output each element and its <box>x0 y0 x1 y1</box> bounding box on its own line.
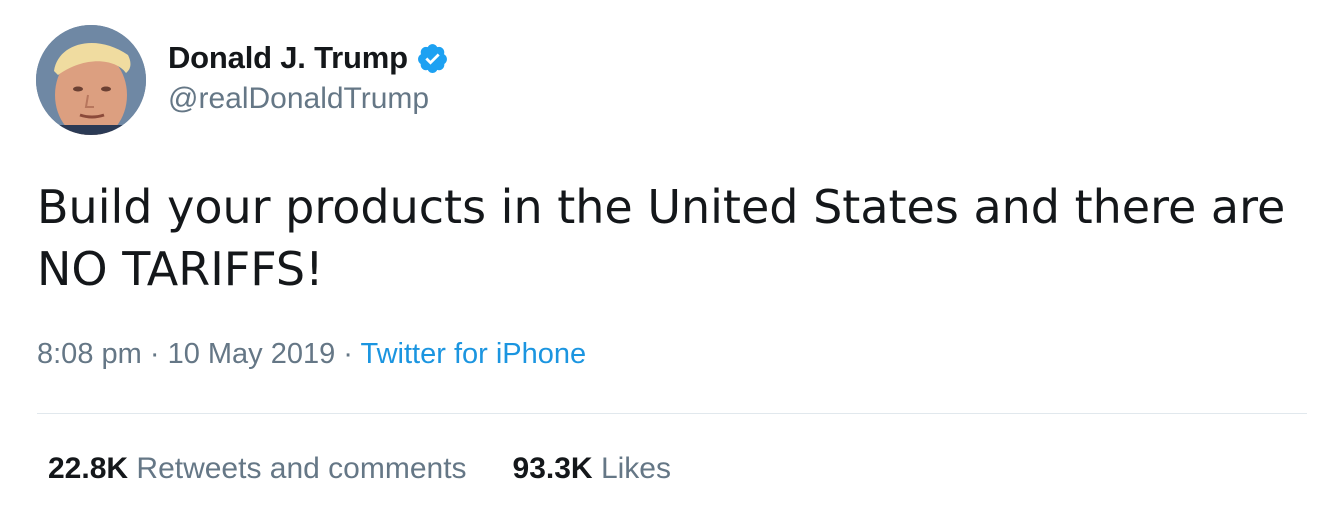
retweets-stat[interactable]: 22.8K Retweets and comments <box>48 452 467 486</box>
likes-count: 93.3K <box>512 452 593 485</box>
display-name[interactable]: Donald J. Trump <box>168 40 408 76</box>
meta-separator: · <box>141 338 168 370</box>
tweet-stats: 22.8K Retweets and comments 93.3K Likes <box>48 452 717 486</box>
user-handle[interactable]: @realDonaldTrump <box>168 82 429 116</box>
tweet-card: Donald J. Trump @realDonaldTrump Build y… <box>0 0 1333 526</box>
likes-label: Likes <box>592 452 671 485</box>
avatar-image <box>36 25 146 135</box>
tweet-source-link[interactable]: Twitter for iPhone <box>361 338 587 370</box>
tweet-date[interactable]: 10 May 2019 <box>168 338 336 370</box>
verified-badge-icon <box>416 42 449 75</box>
avatar[interactable] <box>36 25 146 135</box>
tweet-meta: 8:08 pm · 10 May 2019 · Twitter for iPho… <box>37 338 586 371</box>
retweets-count: 22.8K <box>48 452 129 485</box>
likes-stat[interactable]: 93.3K Likes <box>513 452 671 486</box>
meta-separator: · <box>335 338 361 370</box>
divider <box>37 413 1307 414</box>
user-name-row: Donald J. Trump <box>168 38 449 78</box>
retweets-label: Retweets and comments <box>128 452 467 485</box>
tweet-text: Build your products in the United States… <box>37 176 1307 300</box>
tweet-text-line: Build your products in the United States… <box>37 180 1286 234</box>
tweet-time[interactable]: 8:08 pm <box>37 338 142 370</box>
tweet-text-line: NO TARIFFS! <box>37 242 324 296</box>
